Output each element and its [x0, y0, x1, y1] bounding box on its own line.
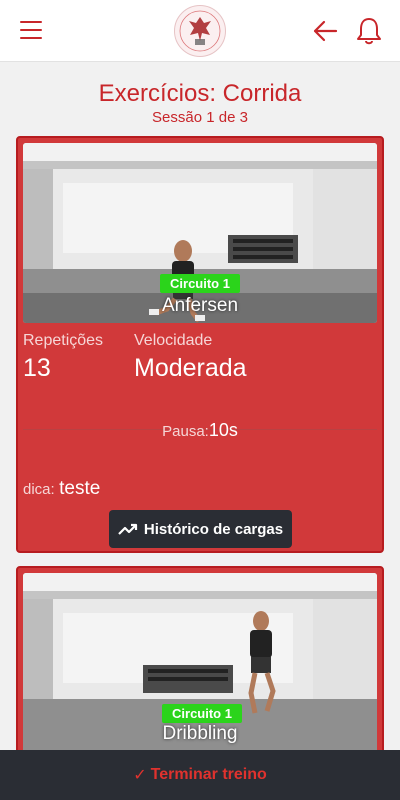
- speed-label: Velocidade: [134, 332, 213, 349]
- circuit-badge: Circuito 1: [160, 274, 240, 293]
- page-title: Exercícios: Corrida: [98, 80, 302, 107]
- trending-up-icon: [118, 523, 137, 535]
- repetitions-value: 13: [23, 354, 51, 382]
- tip-value: teste: [59, 478, 101, 499]
- tip-info: dica: teste: [23, 478, 100, 500]
- circuit-badge: Circuito 1: [162, 704, 242, 723]
- load-history-button[interactable]: Histórico de cargas: [109, 510, 292, 548]
- tip-label: dica:: [23, 481, 55, 498]
- exercise-card: Circuito 1 Dribbling: [16, 566, 384, 766]
- app-header: [0, 0, 400, 62]
- session-indicator: Sessão 1 de 3: [152, 109, 248, 126]
- bell-icon[interactable]: [355, 16, 383, 46]
- finish-workout-label: Terminar treino: [150, 766, 267, 783]
- exercise-card: Circuito 1 Anfersen Repetições 13 Veloci…: [16, 136, 384, 553]
- pause-label: Pausa:: [162, 423, 209, 440]
- arrow-left-icon[interactable]: [312, 18, 338, 44]
- pause-value: 10s: [208, 420, 238, 440]
- exercise-name: Anfersen: [161, 295, 239, 316]
- speed-value: Moderada: [134, 354, 247, 382]
- pause-info: Pausa:10s: [18, 420, 382, 441]
- hamburger-menu-icon[interactable]: [20, 21, 42, 39]
- finish-workout-button[interactable]: ✓ Terminar treino: [0, 750, 400, 800]
- app-logo: [174, 5, 226, 57]
- repetitions-label: Repetições: [23, 332, 104, 349]
- checkmark-icon: ✓: [133, 767, 147, 784]
- load-history-label: Histórico de cargas: [143, 520, 284, 538]
- exercise-name: Dribbling: [162, 723, 238, 744]
